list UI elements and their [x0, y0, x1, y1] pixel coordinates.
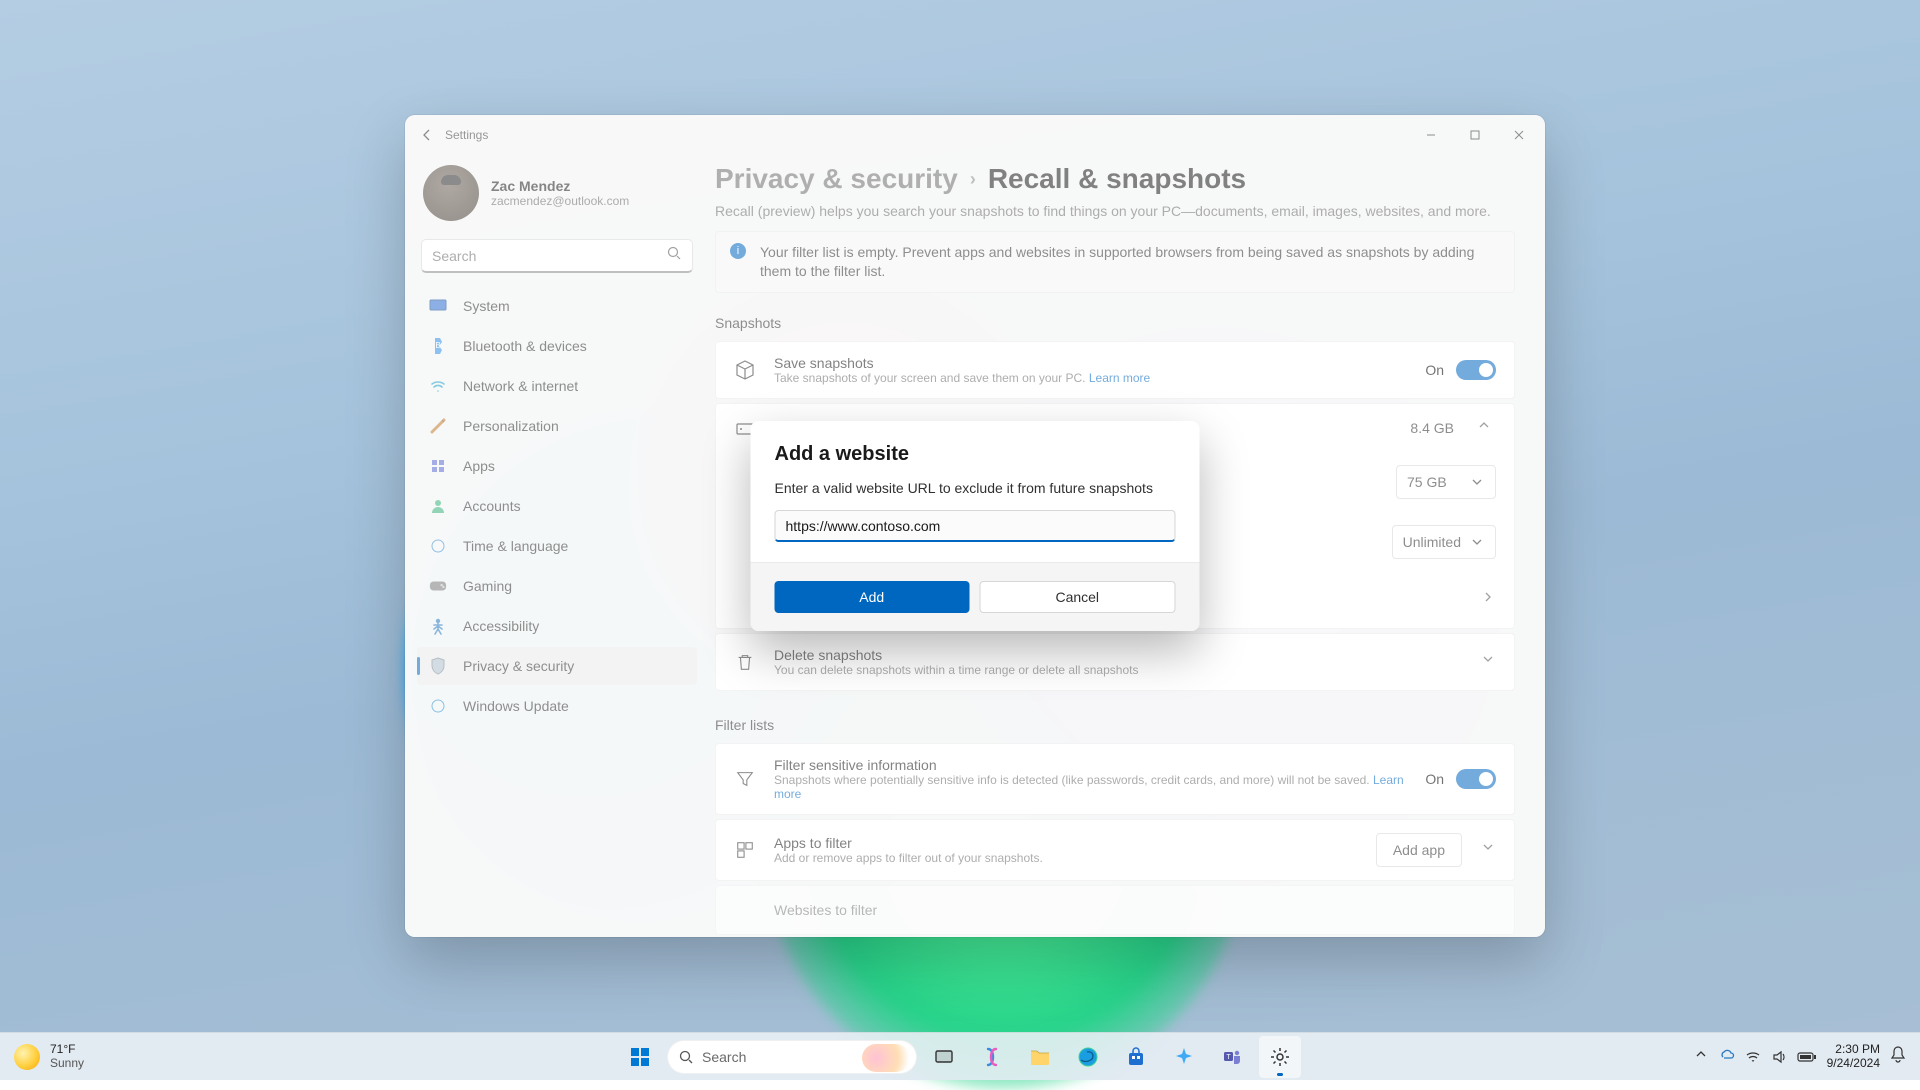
- wifi-icon: [1745, 1049, 1761, 1065]
- volume-icon: [1771, 1049, 1787, 1065]
- copilot-button[interactable]: [971, 1036, 1013, 1078]
- add-website-dialog: Add a website Enter a valid website URL …: [751, 421, 1200, 631]
- edge-button[interactable]: [1067, 1036, 1109, 1078]
- folder-icon: [1029, 1047, 1051, 1067]
- notifications-button[interactable]: [1890, 1045, 1906, 1068]
- onedrive-icon[interactable]: [1719, 1046, 1735, 1067]
- system-tray: 2:30 PM 9/24/2024: [1693, 1043, 1920, 1069]
- taskbar-weather[interactable]: 71°F Sunny: [0, 1043, 84, 1070]
- dialog-add-button[interactable]: Add: [775, 581, 970, 613]
- quick-flyout-button[interactable]: [1745, 1049, 1817, 1065]
- weather-condition: Sunny: [50, 1056, 84, 1070]
- tray-chevron-up[interactable]: [1693, 1046, 1709, 1067]
- gear-icon: [1269, 1046, 1291, 1068]
- dialog-title: Add a website: [775, 443, 1176, 466]
- edge-icon: [1077, 1046, 1099, 1068]
- task-view-button[interactable]: [923, 1036, 965, 1078]
- taskbar-search[interactable]: Search: [667, 1040, 917, 1074]
- copilot-icon: [981, 1046, 1003, 1068]
- dialog-cancel-button[interactable]: Cancel: [979, 581, 1176, 613]
- teams-button[interactable]: T: [1211, 1036, 1253, 1078]
- sparkle-icon: [1173, 1046, 1195, 1068]
- file-explorer-button[interactable]: [1019, 1036, 1061, 1078]
- store-icon: [1126, 1047, 1146, 1067]
- settings-window: Settings Zac Mendez zacmendez@outlook.co…: [405, 115, 1545, 937]
- weather-temp: 71°F: [50, 1043, 84, 1056]
- task-view-icon: [934, 1047, 954, 1067]
- start-button[interactable]: [619, 1036, 661, 1078]
- sun-icon: [14, 1044, 40, 1070]
- search-icon: [678, 1049, 694, 1065]
- settings-taskbar-button[interactable]: [1259, 1036, 1301, 1078]
- taskbar-clock[interactable]: 2:30 PM 9/24/2024: [1827, 1043, 1880, 1069]
- dialog-subtitle: Enter a valid website URL to exclude it …: [775, 480, 1176, 496]
- battery-icon: [1797, 1051, 1817, 1063]
- search-highlight-icon: [862, 1044, 910, 1072]
- taskbar: 71°F Sunny Search: [0, 1032, 1920, 1080]
- website-url-input[interactable]: [775, 510, 1176, 542]
- teams-icon: T: [1221, 1046, 1243, 1068]
- windows-logo-icon: [629, 1046, 651, 1068]
- store-button[interactable]: [1115, 1036, 1157, 1078]
- m365-copilot-button[interactable]: [1163, 1036, 1205, 1078]
- svg-text:T: T: [1226, 1054, 1231, 1061]
